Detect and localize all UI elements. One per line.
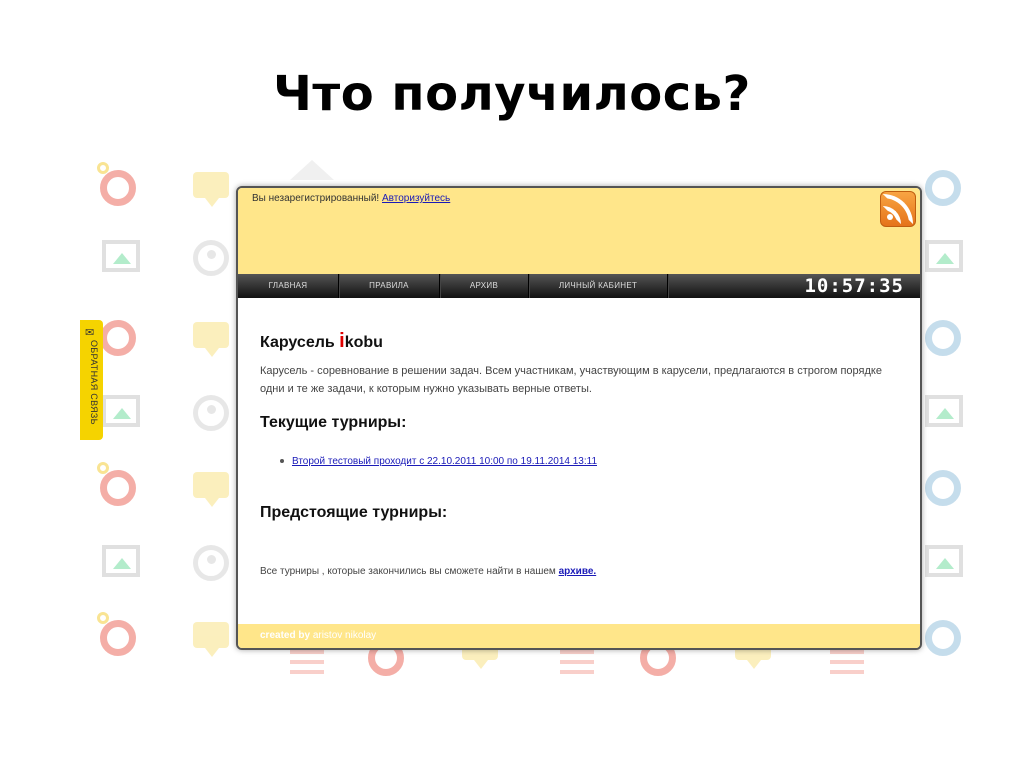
- slide-title: Что получилось?: [273, 66, 751, 122]
- home-icon: [290, 160, 334, 180]
- image-icon: [102, 240, 140, 272]
- ring-icon: [97, 462, 109, 474]
- rss-icon[interactable]: [880, 191, 916, 227]
- ring-icon: [925, 470, 961, 506]
- ring-icon: [100, 170, 136, 206]
- current-tournaments-heading: Текущие турниры:: [260, 414, 407, 431]
- auth-text: Вы незарегистрированный!: [252, 193, 380, 204]
- image-icon: [102, 395, 140, 427]
- brand-rest: kobu: [344, 334, 383, 351]
- image-icon: [925, 545, 963, 577]
- envelope-icon: ✉: [85, 327, 95, 339]
- list-icon: [290, 650, 324, 676]
- nav-item-account[interactable]: ЛИЧНЫЙ КАБИНЕТ: [529, 274, 668, 298]
- ring-icon: [100, 320, 136, 356]
- image-icon: [102, 545, 140, 577]
- description: Карусель - соревнование в решении задач.…: [260, 365, 882, 395]
- page-title: Карусель ikobu: [260, 330, 383, 353]
- list-icon: [560, 650, 594, 676]
- footer-author: aristov nikolay: [312, 630, 377, 641]
- tournament-link[interactable]: Второй тестовый проходит с 22.10.2011 10…: [292, 456, 597, 467]
- person-icon: [193, 240, 229, 276]
- chat-bubble-icon: [193, 172, 229, 207]
- ring-icon: [925, 320, 961, 356]
- nav-item-archive[interactable]: АРХИВ: [440, 274, 529, 298]
- list-icon: [830, 650, 864, 676]
- bullet-icon: [280, 459, 284, 464]
- clock: 10:57:35: [804, 275, 904, 297]
- person-icon: [193, 395, 229, 431]
- ring-icon: [100, 470, 136, 506]
- rss-dot: [887, 214, 893, 220]
- footer-credit: created by aristov nikolay: [260, 630, 376, 641]
- ring-icon: [925, 170, 961, 206]
- list-item: Второй тестовый проходит с 22.10.2011 10…: [280, 456, 597, 467]
- person-icon: [193, 545, 229, 581]
- feedback-tab[interactable]: ✉ ОБРАТНАЯ СВЯЗЬ: [80, 320, 103, 440]
- auth-notice: Вы незарегистрированный! Авторизуйтесь: [252, 193, 450, 204]
- upcoming-tournaments-heading: Предстоящие турниры:: [260, 504, 448, 521]
- image-icon: [925, 395, 963, 427]
- site-footer: created by aristov nikolay: [238, 624, 920, 648]
- nav-item-rules[interactable]: ПРАВИЛА: [339, 274, 440, 298]
- website-screenshot: Вы незарегистрированный! Авторизуйтесь Г…: [236, 186, 922, 650]
- login-link[interactable]: Авторизуйтесь: [382, 193, 450, 204]
- archive-note: Все турниры , которые закончились вы смо…: [260, 566, 596, 577]
- footer-created-by: created by: [260, 630, 311, 641]
- ring-icon: [100, 620, 136, 656]
- archive-link[interactable]: архиве.: [559, 566, 597, 577]
- site-header: Вы незарегистрированный! Авторизуйтесь: [238, 188, 920, 274]
- chat-bubble-icon: [193, 622, 229, 657]
- ring-icon: [97, 162, 109, 174]
- ring-icon: [97, 612, 109, 624]
- image-icon: [925, 240, 963, 272]
- main-nav: ГЛАВНАЯ ПРАВИЛА АРХИВ ЛИЧНЫЙ КАБИНЕТ 10:…: [238, 274, 920, 298]
- chat-bubble-icon: [193, 472, 229, 507]
- chat-bubble-icon: [193, 322, 229, 357]
- ring-icon: [925, 620, 961, 656]
- title-prefix: Карусель: [260, 334, 335, 351]
- archive-text: Все турниры , которые закончились вы смо…: [260, 566, 556, 577]
- nav-item-home[interactable]: ГЛАВНАЯ: [238, 274, 339, 298]
- feedback-label: ОБРАТНАЯ СВЯЗЬ: [89, 340, 99, 425]
